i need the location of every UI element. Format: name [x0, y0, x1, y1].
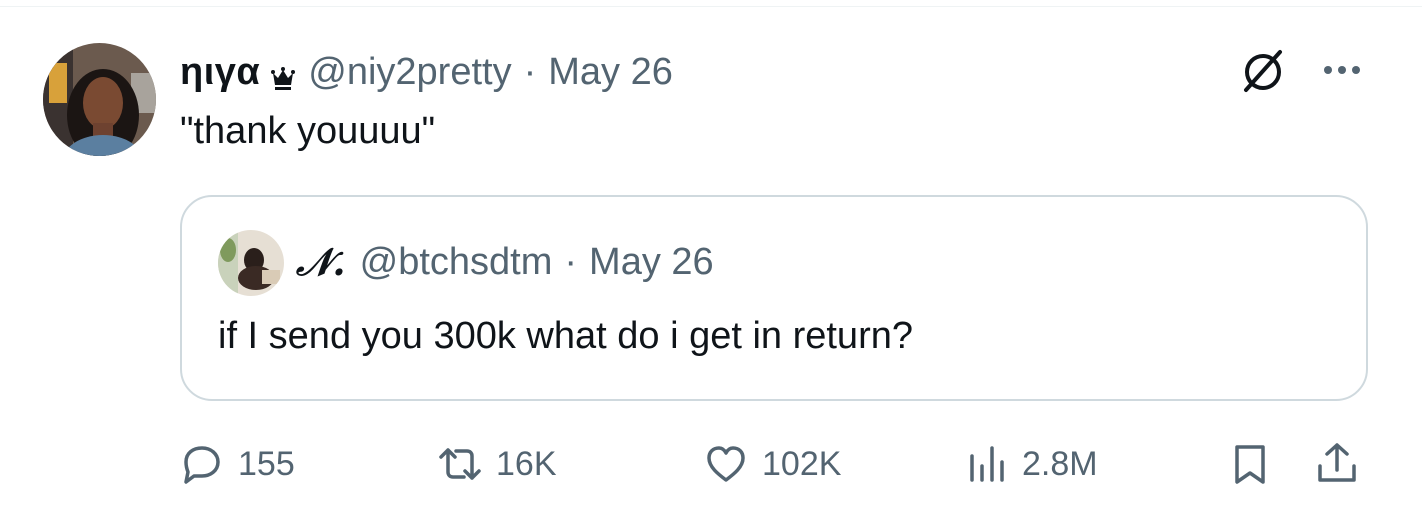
quoted-author-avatar[interactable] [218, 230, 284, 296]
tweet[interactable]: ηιγα @niy2pretty · May 26 "thank youuuu" [0, 0, 1422, 520]
quoted-tweet-date[interactable]: May 26 [589, 241, 714, 284]
tweet-header: ηιγα @niy2pretty · May 26 [180, 46, 673, 98]
retweet-count: 16K [496, 444, 557, 483]
reply-button[interactable]: 155 [180, 436, 295, 492]
more-icon[interactable] [1318, 58, 1366, 82]
author-handle[interactable]: @niy2pretty [308, 51, 511, 94]
header-separator: · [523, 50, 537, 93]
tweet-actions: 155 16K 102K 2.8M [180, 436, 1370, 492]
quoted-author-display-name[interactable]: 𝒩. [296, 239, 346, 285]
reply-icon [180, 442, 224, 486]
retweet-button[interactable]: 16K [438, 436, 557, 492]
quoted-header-separator: · [564, 240, 578, 283]
tweet-text: "thank youuuu" [180, 110, 436, 152]
quoted-tweet[interactable]: 𝒩. @btchsdtm · May 26 if I send you 300k… [180, 195, 1368, 401]
views-count: 2.8M [1022, 444, 1098, 483]
tweet-date[interactable]: May 26 [548, 51, 673, 94]
share-icon[interactable] [1314, 440, 1360, 486]
quoted-author-handle[interactable]: @btchsdtm [360, 241, 553, 284]
bookmark-icon[interactable] [1228, 442, 1272, 486]
author-avatar[interactable] [43, 43, 156, 156]
heart-icon [704, 442, 748, 486]
quoted-tweet-text: if I send you 300k what do i get in retu… [218, 315, 913, 357]
like-count: 102K [762, 444, 842, 483]
grok-icon[interactable] [1238, 46, 1288, 96]
author-display-name[interactable]: ηιγα [180, 51, 260, 94]
crown-icon [270, 59, 296, 90]
views-button[interactable]: 2.8M [964, 436, 1098, 492]
views-icon [964, 442, 1008, 486]
like-button[interactable]: 102K [704, 436, 841, 492]
reply-count: 155 [238, 444, 295, 483]
retweet-icon [438, 442, 482, 486]
quoted-tweet-header: 𝒩. @btchsdtm · May 26 [296, 237, 714, 287]
